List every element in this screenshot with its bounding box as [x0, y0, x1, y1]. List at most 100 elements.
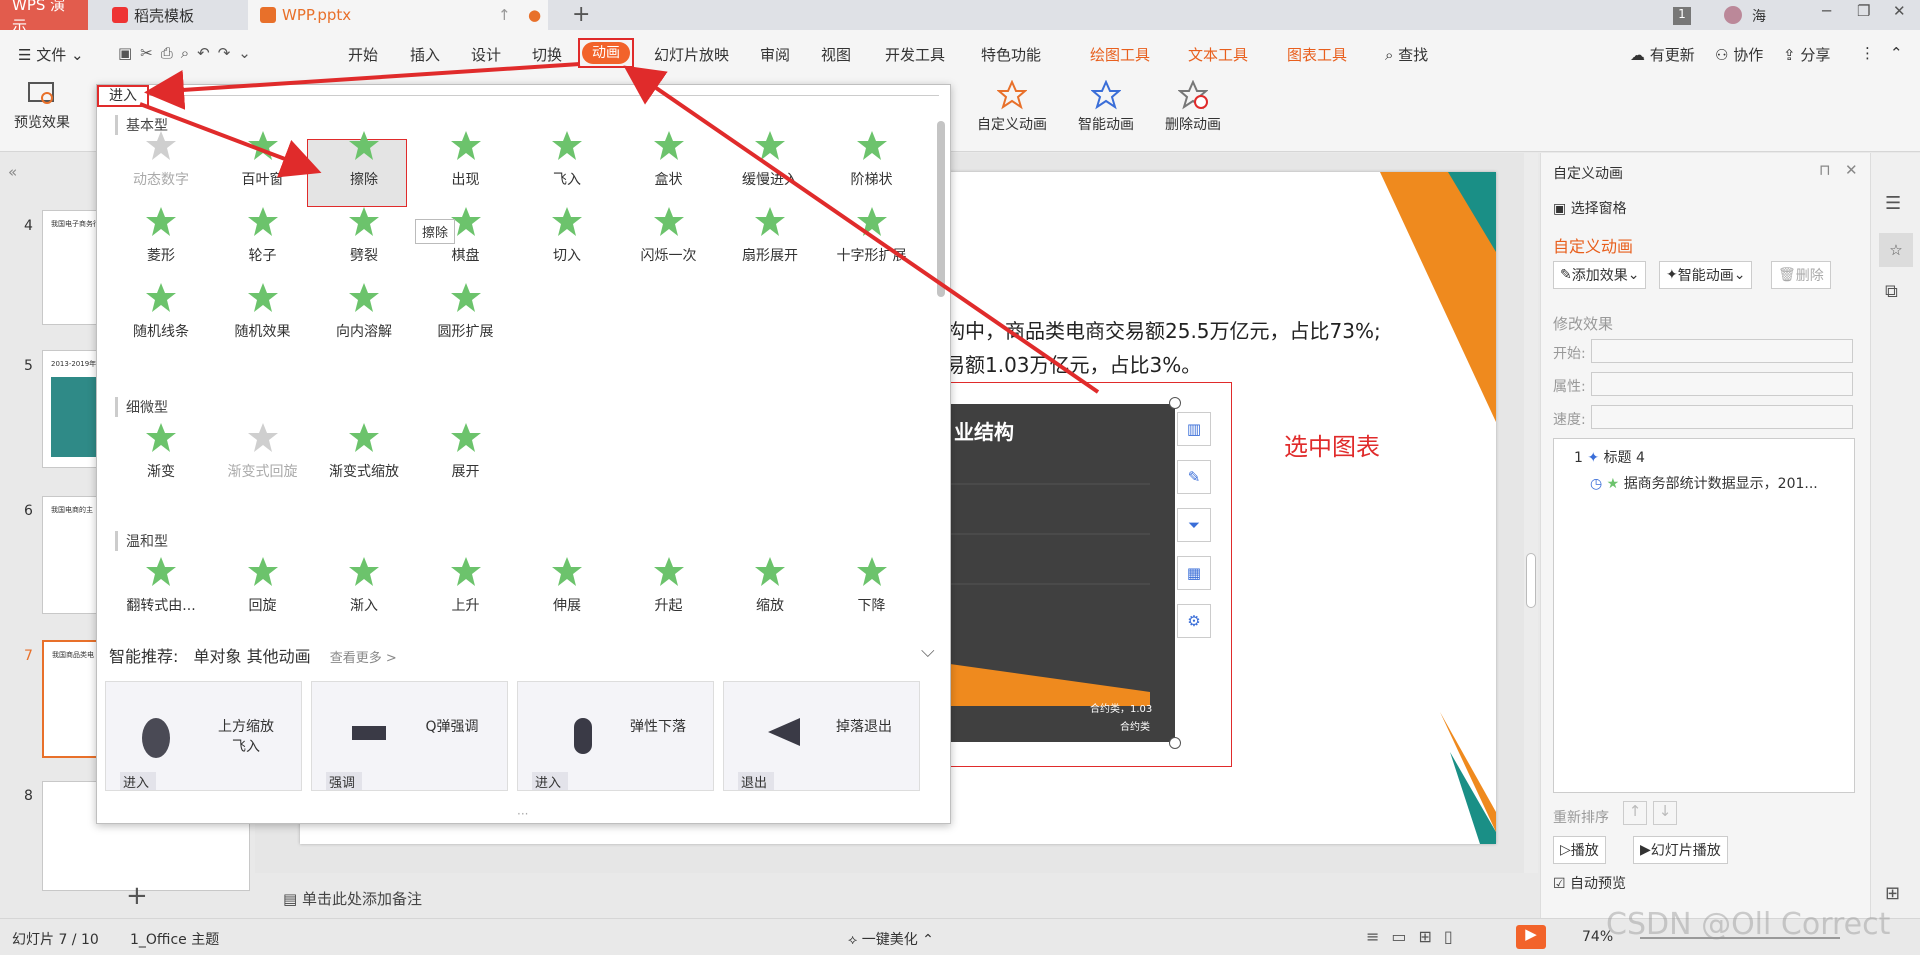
beautify-button[interactable]: ⟡ 一键美化 ⌃ [848, 929, 934, 949]
effect-item[interactable]: 出现 [416, 129, 516, 189]
scroll-thumb[interactable] [1526, 553, 1536, 608]
settings-sliders-icon[interactable]: ☰ [1885, 193, 1901, 214]
effect-item[interactable]: 渐变式缩放 [314, 421, 414, 481]
effect-item[interactable]: 向内溶解 [314, 281, 414, 341]
menu-insert[interactable]: 插入 [410, 44, 440, 65]
delete-button[interactable]: 🗑 删除 [1771, 261, 1831, 289]
play-slideshow-button[interactable]: ▶ [1516, 925, 1546, 949]
smart-animation-button[interactable]: 智能动画 [1068, 79, 1144, 134]
transition-icon[interactable]: ⧉ [1885, 281, 1898, 302]
tab-wps-app[interactable]: WPS 演示 [0, 0, 88, 35]
delete-animation-button[interactable]: 删除动画 [1158, 79, 1228, 134]
add-effect-button[interactable]: ✎ 添加效果 ⌄ [1553, 261, 1647, 289]
effect-item[interactable]: 翻转式由... [111, 555, 211, 615]
file-menu[interactable]: ☰ 文件 ⌄ [18, 44, 84, 65]
selection-handle[interactable] [1169, 737, 1181, 749]
effect-item[interactable]: 百叶窗 [213, 129, 313, 189]
collapse-pane-icon[interactable]: « [8, 163, 17, 181]
recommend-card[interactable]: Q弹强调 强调 [311, 681, 508, 791]
pin-icon[interactable]: ⊓ [1819, 161, 1831, 179]
restore-icon[interactable]: ❐ [1857, 2, 1870, 20]
selection-handle[interactable] [1169, 397, 1181, 409]
view-icons[interactable]: ≡▭⊞▯ [1366, 927, 1465, 946]
auto-preview-checkbox[interactable]: ☑ 自动预览 [1553, 873, 1626, 893]
effect-item[interactable]: 闪烁一次 [619, 205, 719, 265]
effect-item[interactable]: 伸展 [517, 555, 617, 615]
chart-filter-icon[interactable]: ⏷ [1177, 508, 1211, 542]
gallery-scrollbar[interactable] [937, 121, 945, 297]
menu-animation[interactable]: 动画 [578, 38, 634, 68]
slideshow-button[interactable]: ▶ 幻灯片播放 [1633, 836, 1728, 864]
pane-close-icon[interactable]: ✕ [1845, 161, 1858, 179]
preview-effect-button[interactable]: 预览效果 [12, 80, 72, 132]
share-button[interactable]: ⇪ 分享 [1783, 44, 1830, 65]
notes-area[interactable]: ▤ 单击此处添加备注 [283, 888, 422, 909]
update-button[interactable]: ☁ 有更新 [1630, 44, 1695, 65]
recommend-card[interactable]: 弹性下落 进入 [517, 681, 714, 791]
theme-name[interactable]: 1_Office 主题 [130, 929, 219, 949]
slide-body-line-1[interactable]: 构中，商品类电商交易额25.5万亿元，占比73%; [945, 315, 1381, 344]
more-icon[interactable]: ⋮ [1860, 44, 1875, 62]
slide-body-line-2[interactable]: 易额1.03万亿元，占比3%。 [945, 349, 1201, 378]
move-down-button[interactable]: ↓ [1653, 801, 1677, 825]
effect-item[interactable]: 动态数字 [111, 129, 211, 189]
effect-item[interactable]: 渐入 [314, 555, 414, 615]
effect-item[interactable]: 缓慢进入 [720, 129, 820, 189]
move-up-button[interactable]: ↑ [1623, 801, 1647, 825]
effect-item[interactable]: 展开 [416, 421, 516, 481]
menu-transition[interactable]: 切换 [532, 44, 562, 65]
collab-button[interactable]: ⚇ 协作 [1715, 44, 1763, 65]
speed-select[interactable] [1591, 405, 1853, 429]
animation-star-icon[interactable]: ☆ [1879, 233, 1913, 267]
effect-item[interactable]: 扇形展开 [720, 205, 820, 265]
list-item[interactable]: ◷ ★ 据商务部统计数据显示，201... [1590, 473, 1818, 493]
expand-chevron-icon[interactable]: ⌵ [921, 641, 935, 662]
grid-apps-icon[interactable]: ⊞ [1885, 883, 1900, 904]
tab-enter[interactable]: 进入 [97, 85, 149, 107]
effect-item[interactable]: 渐变 [111, 421, 211, 481]
list-item[interactable]: 1 ✦ 标题 4 [1574, 447, 1645, 467]
menu-start[interactable]: 开始 [348, 44, 378, 65]
recommend-card[interactable]: 上方缩放 飞入 进入 [105, 681, 302, 791]
play-button[interactable]: ▷ 播放 [1553, 836, 1606, 864]
pane-title[interactable]: 自定义动画 [1553, 163, 1623, 183]
resize-grip-icon[interactable]: ··· [517, 807, 528, 821]
chart-settings-icon[interactable]: ⚙ [1177, 604, 1211, 638]
effect-item[interactable]: 缩放 [720, 555, 820, 615]
menu-developer[interactable]: 开发工具 [885, 44, 945, 65]
menu-slideshow[interactable]: 幻灯片放映 [654, 44, 729, 65]
upload-icon[interactable]: ↑ [498, 6, 511, 24]
chart-style-icon[interactable]: ✎ [1177, 460, 1211, 494]
menu-features[interactable]: 特色功能 [981, 44, 1041, 65]
effect-item[interactable]: 回旋 [213, 555, 313, 615]
new-tab-button[interactable]: + [572, 2, 590, 27]
search-menu[interactable]: ⌕ 查找 [1385, 44, 1428, 65]
select-pane-link[interactable]: ▣ 选择窗格 [1553, 198, 1627, 218]
chart-elements-icon[interactable]: ▥ [1177, 412, 1211, 446]
effect-item[interactable]: 菱形 [111, 205, 211, 265]
menu-design[interactable]: 设计 [471, 44, 501, 65]
effect-item[interactable]: 圆形扩展 [416, 281, 516, 341]
menu-text-tools[interactable]: 文本工具 [1188, 44, 1248, 65]
effect-item[interactable]: 切入 [517, 205, 617, 265]
menu-chart-tools[interactable]: 图表工具 [1287, 44, 1347, 65]
minimize-icon[interactable]: ─ [1822, 2, 1831, 20]
property-select[interactable] [1591, 372, 1853, 396]
effect-item[interactable]: 升起 [619, 555, 719, 615]
effect-item[interactable]: 下降 [822, 555, 922, 615]
effect-item[interactable]: 随机效果 [213, 281, 313, 341]
start-select[interactable] [1591, 339, 1853, 363]
effect-item[interactable]: 阶梯状 [822, 129, 922, 189]
recommend-card[interactable]: 掉落退出 退出 [723, 681, 920, 791]
effect-item[interactable]: 飞入 [517, 129, 617, 189]
menu-review[interactable]: 审阅 [760, 44, 790, 65]
quick-access-icons[interactable]: ▣✂⎙⌕↶↷⌄ [118, 44, 259, 62]
effect-item[interactable]: 随机线条 [111, 281, 211, 341]
effect-item[interactable]: 十字形扩展 [822, 205, 922, 265]
close-icon[interactable]: ✕ [1893, 2, 1906, 20]
add-slide-button[interactable]: + [126, 881, 148, 911]
see-more-link[interactable]: 查看更多 > [330, 651, 397, 666]
avatar[interactable] [1724, 6, 1742, 24]
custom-animation-button[interactable]: 自定义动画 [972, 79, 1052, 134]
tab-wpp-file[interactable]: WPP.pptx ↑ ● [248, 0, 548, 30]
